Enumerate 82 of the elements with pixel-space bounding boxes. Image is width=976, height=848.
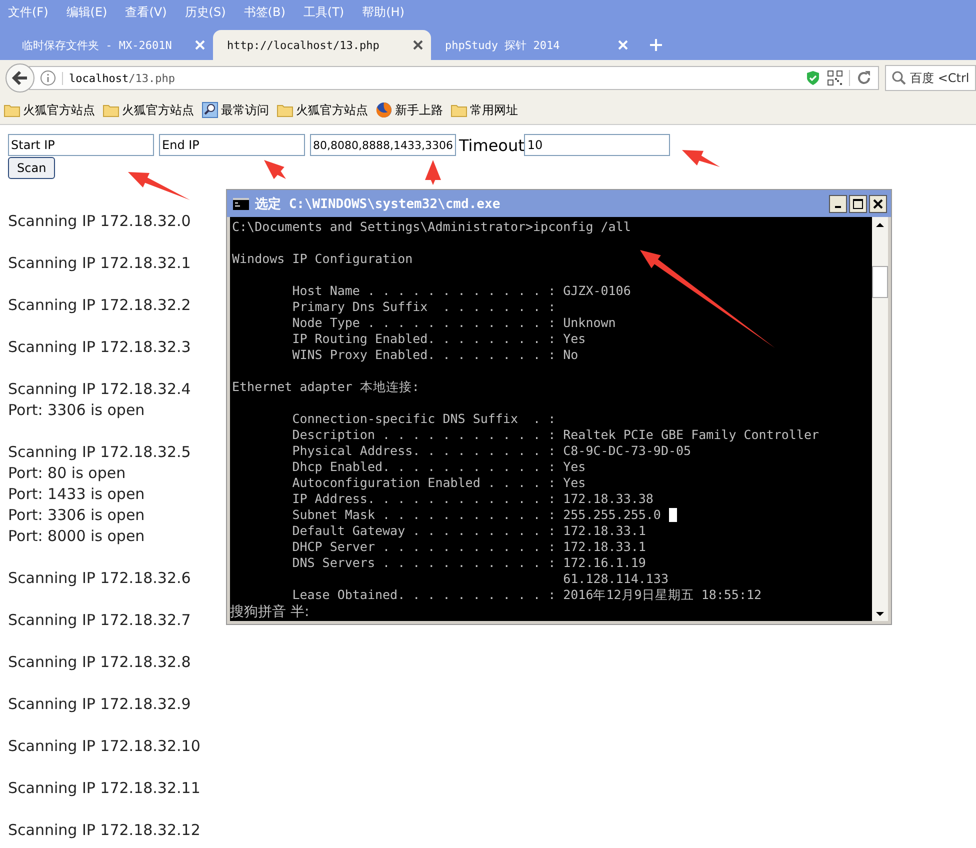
shield-icon[interactable] [805, 70, 821, 86]
scan-line: Scanning IP 172.18.32.12 [8, 820, 200, 841]
scan-line: Scanning IP 172.18.32.7 [8, 610, 191, 631]
console-line: Lease Obtained. . . . . . . . . . : 2016年12月9日星期五 18:55:12 [291, 587, 762, 603]
bookmark-link[interactable]: 火狐官方站点 [296, 102, 368, 118]
console-line: Default Gateway . . . . . . . . . : 172.18.33.1 [291, 523, 646, 539]
folder-icon [103, 103, 119, 117]
close-icon[interactable] [413, 40, 423, 50]
console-line: Ethernet adapter 本地连接: [232, 379, 420, 395]
minimize-button[interactable] [829, 194, 847, 212]
folder-icon [451, 103, 467, 117]
scroll-thumb[interactable] [872, 266, 888, 298]
timeout-label: Timeout [459, 136, 524, 154]
scan-line: Scanning IP 172.18.32.1 [8, 253, 191, 274]
bookmark-link[interactable]: 常用网址 [470, 102, 518, 118]
ime-status: 搜狗拼音 半: [230, 604, 310, 620]
qr-code-icon[interactable] [827, 70, 843, 86]
magnifier-folder-icon [202, 102, 218, 118]
scan-line: Scanning IP 172.18.32.5 [8, 442, 191, 463]
annotation-arrow [128, 172, 190, 200]
console-line: Node Type . . . . . . . . . . . . : Unknown [291, 315, 616, 331]
maximize-icon [853, 198, 863, 208]
console-line: WINS Proxy Enabled. . . . . . . . : No [291, 347, 578, 363]
open-port-line: Port: 8000 is open [8, 526, 145, 547]
search-icon [892, 71, 906, 85]
console-line: Physical Address. . . . . . . . . : C8-9C-DC-73-9D-05 [291, 443, 692, 459]
open-port-line: Port: 3306 is open [8, 400, 145, 421]
new-tab-icon[interactable] [650, 39, 662, 51]
back-icon[interactable] [5, 63, 35, 93]
bookmark-link[interactable]: 最常访问 [221, 102, 269, 118]
folder-icon [4, 103, 20, 117]
globe-icon [376, 102, 392, 118]
close-icon [873, 198, 883, 208]
console-line: Primary Dns Suffix . . . . . . . : [291, 299, 556, 315]
scan-line: Scanning IP 172.18.32.3 [8, 337, 191, 358]
open-port-line: Port: 3306 is open [8, 505, 145, 526]
console-line: Autoconfiguration Enabled . . . . : Yes [291, 475, 586, 491]
console-line: IP Routing Enabled. . . . . . . . : Yes [291, 331, 586, 347]
console-line: Connection-specific DNS Suffix . : [291, 411, 556, 427]
scan-line: Scanning IP 172.18.32.9 [8, 694, 191, 715]
ports-field[interactable]: 80,8080,8888,1433,3306 [310, 134, 456, 156]
console-line: Subnet Mask . . . . . . . . . . . : 255.255.255.0 [291, 507, 661, 523]
scan-line: Scanning IP 172.18.32.6 [8, 568, 191, 589]
info-icon[interactable] [40, 70, 56, 86]
bookmark-link[interactable]: 新手上路 [395, 102, 443, 118]
console-line: DNS Servers . . . . . . . . . . . : 172.16.1.19 [291, 555, 646, 571]
console-line: Description . . . . . . . . . . . : Realtek PCIe GBE Family Controller [291, 427, 819, 443]
console-line: Host Name . . . . . . . . . . . . : GJZX-0106 [291, 283, 631, 299]
maximize-button[interactable] [849, 194, 867, 212]
timeout-field[interactable]: 10 [524, 134, 670, 156]
annotation-arrow [682, 150, 720, 167]
console-line: IP Address. . . . . . . . . . . . : 172.18.33.38 [291, 491, 654, 507]
bookmark-link[interactable]: 火狐官方站点 [23, 102, 95, 118]
console-app-icon [233, 198, 249, 210]
close-button[interactable] [869, 194, 887, 212]
folder-icon [277, 103, 293, 117]
open-port-line: Port: 80 is open [8, 463, 126, 484]
console-line: DHCP Server . . . . . . . . . . . : 172.18.33.1 [291, 539, 646, 555]
scan-line: Scanning IP 172.18.32.11 [8, 778, 200, 799]
console-line: Windows IP Configuration [232, 251, 413, 267]
scrollbar[interactable] [872, 217, 888, 621]
scan-line: Scanning IP 172.18.32.2 [8, 295, 191, 316]
scan-line: Scanning IP 172.18.32.8 [8, 652, 191, 673]
console-line: Dhcp Enabled. . . . . . . . . . . : Yes [291, 459, 586, 475]
minimize-icon [835, 206, 841, 208]
open-port-line: Port: 1433 is open [8, 484, 145, 505]
reload-icon[interactable] [856, 70, 872, 86]
end-ip-field[interactable]: End IP [159, 134, 305, 156]
annotation-arrow [425, 160, 441, 185]
window-title: 选定 C:\WINDOWS\system32\cmd.exe [255, 196, 500, 212]
search-field[interactable]: 百度 <Ctrl [885, 65, 976, 91]
console-line: 61.128.114.133 [562, 571, 668, 587]
annotation-arrow [264, 160, 286, 180]
address-bar[interactable]: localhost/13.php [29, 66, 879, 90]
start-ip-field[interactable]: Start IP [8, 134, 154, 156]
scan-line: Scanning IP 172.18.32.10 [8, 736, 200, 757]
scan-button[interactable]: Scan [8, 157, 56, 179]
scan-line: Scanning IP 172.18.32.4 [8, 379, 191, 400]
scan-line: Scanning IP 172.18.32.0 [8, 211, 191, 232]
browser-tab[interactable]: http://localhost/13.php [213, 30, 431, 60]
console-line: C:\Documents and Settings\Administrator>ipconfig /all [232, 219, 631, 235]
bookmark-link[interactable]: 火狐官方站点 [122, 102, 194, 118]
